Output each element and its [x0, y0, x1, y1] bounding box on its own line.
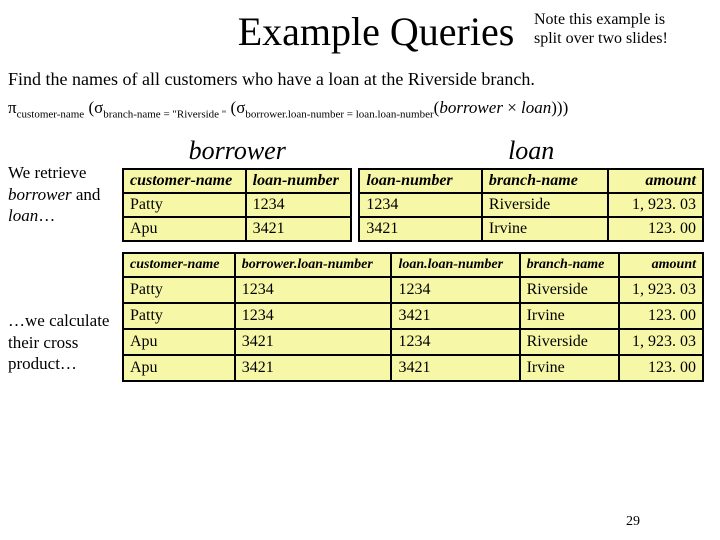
col-loan-number: loan-number — [246, 169, 352, 193]
cross-product-table: customer-name borrower.loan-number loan.… — [122, 252, 704, 382]
rel-borrower: borrower — [439, 98, 503, 117]
table-row: Apu 3421 — [123, 217, 351, 241]
col-branch-name: branch-name — [520, 253, 619, 277]
loan-heading: loan — [358, 136, 704, 166]
col-branch-name: branch-name — [482, 169, 608, 193]
table-row: customer-name borrower.loan-number loan.… — [123, 253, 703, 277]
loan-table-wrap: loan loan-number branch-name amount 1234… — [358, 136, 704, 242]
borrower-heading: borrower — [122, 136, 352, 166]
pi-icon: π — [8, 98, 17, 117]
page-title: Example Queries — [198, 8, 515, 55]
sigma-icon: σ — [94, 98, 103, 117]
cross-product-icon: × — [507, 98, 517, 117]
loan-table: loan-number branch-name amount 1234 Rive… — [358, 168, 704, 242]
col-customer-name: customer-name — [123, 253, 235, 277]
table-row: Patty 1234 3421 Irvine 123. 00 — [123, 303, 703, 329]
proj-sub: customer-name — [17, 108, 85, 120]
col-loan-loan-number: loan.loan-number — [391, 253, 519, 277]
table-row: Apu 3421 1234 Riverside 1, 923. 03 — [123, 329, 703, 355]
side-label-cross: …we calculate their cross product… — [8, 252, 122, 374]
col-borrower-loan-number: borrower.loan-number — [235, 253, 392, 277]
table-row: 1234 Riverside 1, 923. 03 — [359, 193, 703, 217]
table-row: customer-name loan-number — [123, 169, 351, 193]
table-row: Patty 1234 — [123, 193, 351, 217]
table-row: Apu 3421 3421 Irvine 123. 00 — [123, 355, 703, 381]
page-number: 29 — [626, 514, 640, 530]
col-customer-name: customer-name — [123, 169, 246, 193]
sel2-sub: borrower.loan-number = loan.loan-number — [245, 108, 433, 120]
col-amount: amount — [608, 169, 703, 193]
side-label-retrieve: We retrieve borrower and loan… — [8, 136, 122, 226]
table-row: Patty 1234 1234 Riverside 1, 923. 03 — [123, 277, 703, 303]
table-row: loan-number branch-name amount — [359, 169, 703, 193]
cross-product-row: …we calculate their cross product… custo… — [8, 252, 704, 382]
sel1-sub: branch-name = "Riverside " — [103, 108, 226, 120]
top-tables-row: We retrieve borrower and loan… borrower … — [8, 136, 704, 242]
borrower-table-wrap: borrower customer-name loan-number Patty… — [122, 136, 352, 242]
header-note: Note this example is split over two slid… — [534, 10, 704, 48]
sigma-icon: σ — [236, 98, 245, 117]
borrower-table: customer-name loan-number Patty 1234 Apu… — [122, 168, 352, 242]
rel-loan: loan — [521, 98, 551, 117]
slide-header: Example Queries Note this example is spl… — [8, 8, 704, 55]
col-amount: amount — [619, 253, 703, 277]
query-prompt: Find the names of all customers who have… — [8, 69, 704, 90]
col-loan-number: loan-number — [359, 169, 482, 193]
table-row: 3421 Irvine 123. 00 — [359, 217, 703, 241]
relational-algebra-formula: πcustomer-name (σbranch-name = "Riversid… — [8, 98, 704, 120]
note-line2: split over two slides! — [534, 30, 668, 47]
note-line1: Note this example is — [534, 11, 665, 28]
cross-table-wrap: customer-name borrower.loan-number loan.… — [122, 252, 704, 382]
